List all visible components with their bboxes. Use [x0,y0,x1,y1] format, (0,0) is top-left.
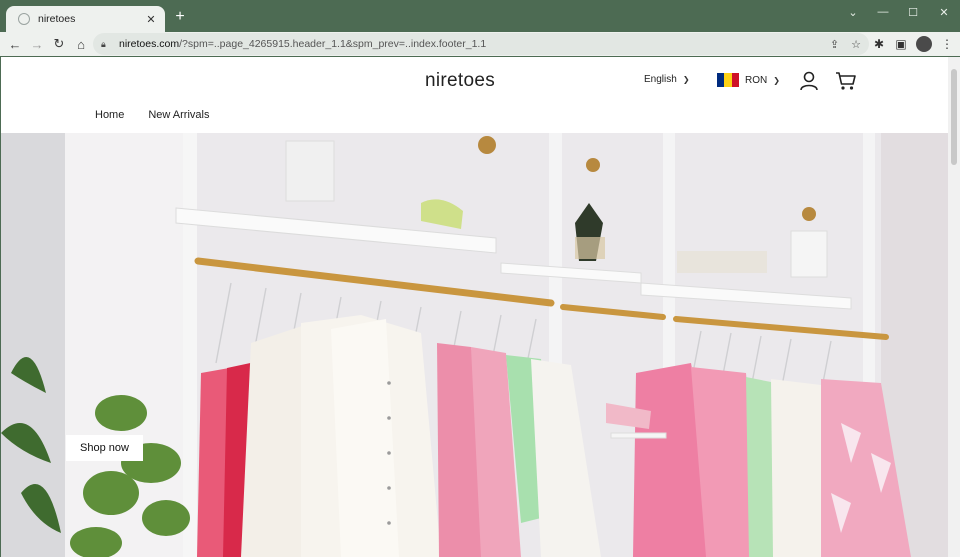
shop-now-button[interactable]: Shop now [66,435,143,461]
bookmark-star-icon[interactable]: ☆ [851,38,861,51]
extension-area: ✱ ▣ ⋮ [872,32,954,56]
url-host: niretoes.com [119,38,180,50]
back-arrow-icon[interactable]: ← [4,33,26,55]
share-icon[interactable]: ⇪ [830,38,839,51]
main-navigation: Home New Arrivals [95,109,209,121]
lock-icon[interactable]: 🔒︎ [101,39,113,50]
address-bar[interactable]: 🔒︎ niretoes.com/?spm=..page_4265915.head… [93,33,869,55]
site-logo[interactable]: niretoes [425,70,495,92]
chevron-down-icon: ❯ [773,75,780,85]
browser-toolbar: ← → ↻ ⌂ 🔒︎ niretoes.com/?spm=..page_4265… [0,32,960,56]
maximize-button[interactable]: ☐ [898,0,928,24]
home-icon[interactable]: ⌂ [70,33,92,55]
browser-menu-icon[interactable]: ⋮ [940,37,954,51]
currency-selector[interactable]: RON ❯ [717,73,780,87]
reload-icon[interactable]: ↻ [48,33,70,55]
profile-avatar[interactable] [916,36,932,52]
forward-arrow-icon[interactable]: → [26,33,48,55]
hero-banner: Shop now [1,133,948,557]
tab-favicon-icon [18,13,30,25]
currency-label: RON [745,74,768,86]
language-selector[interactable]: English ❯ [644,74,690,85]
url-text[interactable]: niretoes.com/?spm=..page_4265915.header_… [119,38,486,50]
tab-title: niretoes [38,13,76,25]
page-scrollbar[interactable] [948,57,960,557]
new-tab-button[interactable]: + [170,7,190,27]
close-window-button[interactable]: ✕ [929,0,959,24]
store-interior-image [1,133,948,557]
url-path: /?spm=..page_4265915.header_1.1&spm_prev… [179,38,487,50]
user-account-icon[interactable] [799,71,819,91]
shopping-cart-icon[interactable] [835,71,857,91]
side-panel-icon[interactable]: ▣ [894,37,908,51]
scrollbar-thumb[interactable] [951,69,957,165]
romania-flag-icon [717,73,739,87]
minimize-button[interactable]: — [868,0,898,24]
browser-tab-bar: niretoes ✕ + ⌄ — ☐ ✕ [0,0,960,32]
tab-close-icon[interactable]: ✕ [143,11,159,27]
nav-item-new-arrivals[interactable]: New Arrivals [148,109,209,121]
tab-search-chevron-icon[interactable]: ⌄ [838,0,868,24]
language-label: English [644,74,677,85]
chevron-down-icon: ❯ [682,75,690,84]
extensions-puzzle-icon[interactable]: ✱ [872,37,886,51]
nav-item-home[interactable]: Home [95,109,124,121]
browser-tab[interactable]: niretoes ✕ [6,6,165,32]
web-page: niretoes English ❯ RON ❯ Home New Arriva… [1,57,948,557]
